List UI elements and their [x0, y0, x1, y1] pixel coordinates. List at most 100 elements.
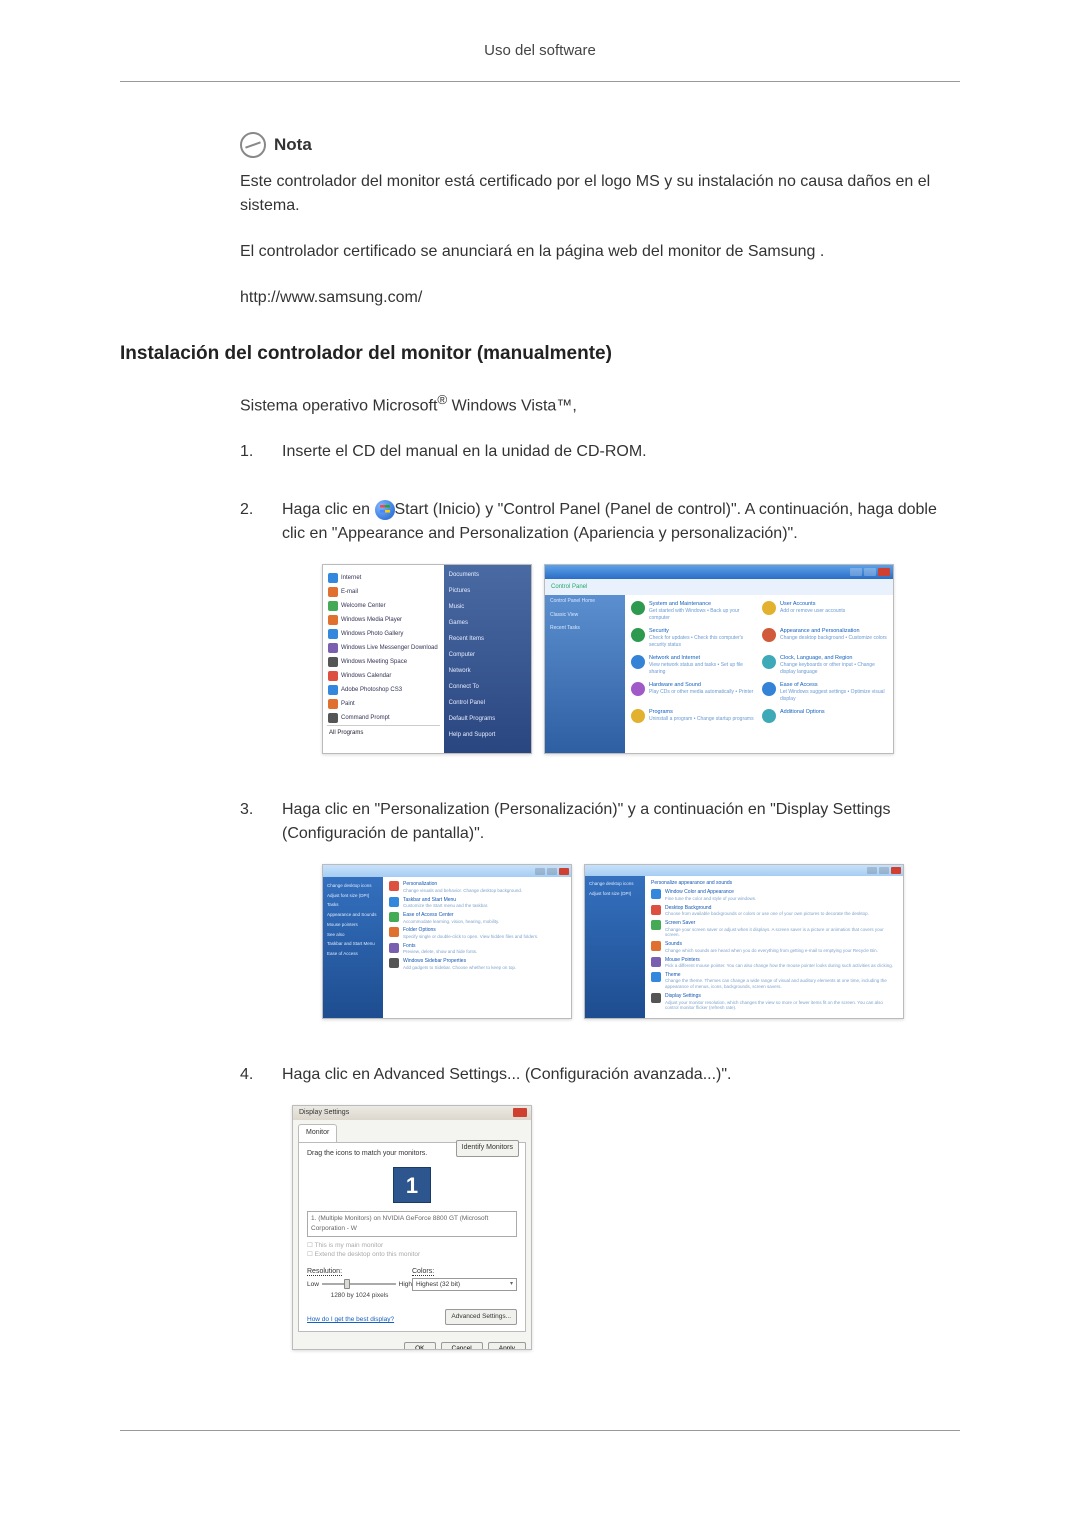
start-right-item[interactable]: Music	[449, 603, 526, 612]
pz-side-item[interactable]: Appearance and Sounds	[327, 911, 379, 921]
pz-item[interactable]: Windows Sidebar PropertiesAdd gadgets to…	[389, 958, 565, 970]
start-right-item[interactable]: Pictures	[449, 587, 526, 596]
program-icon	[328, 699, 338, 709]
identify-monitors-button[interactable]: Identify Monitors	[456, 1140, 519, 1157]
pz-item[interactable]: Window Color and AppearanceFine tune the…	[651, 889, 897, 901]
program-icon	[328, 671, 338, 681]
maximize-icon[interactable]	[547, 868, 557, 875]
pz-item[interactable]: FontsPreview, delete, show and hide font…	[389, 943, 565, 955]
ds-tab-monitor[interactable]: Monitor	[298, 1124, 337, 1142]
pz-side-item[interactable]: Taskbar and Start Menu	[327, 940, 379, 950]
colors-select[interactable]: Highest (32 bit)	[412, 1278, 517, 1292]
program-icon	[328, 685, 338, 695]
resolution-label: Resolution:	[307, 1268, 342, 1276]
maximize-icon[interactable]	[864, 568, 876, 576]
help-link[interactable]: How do I get the best display?	[307, 1315, 394, 1325]
pz-item[interactable]: Taskbar and Start MenuCustomize the Star…	[389, 897, 565, 909]
pz-item[interactable]: Desktop BackgroundChoose from available …	[651, 905, 897, 917]
pz-side-item[interactable]: Ease of Access	[327, 950, 379, 960]
cp-category[interactable]: Hardware and SoundPlay CDs or other medi…	[631, 682, 756, 704]
start-right-item[interactable]: Default Programs	[449, 715, 526, 724]
resolution-slider[interactable]: Low High	[307, 1280, 412, 1290]
start-item[interactable]: Internet	[327, 571, 440, 585]
item-icon	[651, 889, 661, 899]
nota-url: http://www.samsung.com/	[240, 286, 960, 310]
slider-thumb[interactable]	[344, 1279, 350, 1289]
minimize-icon[interactable]	[867, 867, 877, 874]
pz-side-item[interactable]: Adjust font size (DPI)	[327, 891, 379, 901]
cat-title: Hardware and Sound	[649, 682, 701, 688]
start-item[interactable]: Adobe Photoshop CS3	[327, 683, 440, 697]
pz-item[interactable]: Ease of Access CenterAccommodate learnin…	[389, 912, 565, 924]
cat-title: User Accounts	[780, 601, 815, 607]
close-icon[interactable]	[878, 568, 890, 576]
item-icon	[651, 905, 661, 915]
step-2-text: Haga clic en Start (Inicio) y "Control P…	[282, 498, 960, 546]
nota-section: Nota Este controlador del monitor está c…	[240, 132, 960, 310]
start-right-item[interactable]: Connect To	[449, 683, 526, 692]
start-right-item[interactable]: Recent Items	[449, 635, 526, 644]
start-item[interactable]: Command Prompt	[327, 711, 440, 725]
cp-category[interactable]: Ease of AccessLet Windows suggest settin…	[762, 682, 887, 704]
start-right-item[interactable]: Games	[449, 619, 526, 628]
minimize-icon[interactable]	[850, 568, 862, 576]
advanced-settings-button[interactable]: Advanced Settings...	[445, 1309, 517, 1325]
pz-item[interactable]: Display SettingsAdjust your monitor reso…	[651, 993, 897, 1011]
footer-divider	[120, 1430, 960, 1431]
close-icon[interactable]	[891, 867, 901, 874]
item-icon	[651, 920, 661, 930]
cp-category[interactable]: System and MaintenanceGet started with W…	[631, 601, 756, 623]
close-icon[interactable]	[513, 1108, 527, 1117]
chk-main-monitor[interactable]: ☐ This is my main monitor	[307, 1241, 517, 1250]
cp-side-item[interactable]: Classic View	[545, 609, 625, 623]
monitor-icon[interactable]: 1	[393, 1167, 431, 1203]
start-item[interactable]: Paint	[327, 697, 440, 711]
monitor-select[interactable]: 1. (Multiple Monitors) on NVIDIA GeForce…	[307, 1211, 517, 1237]
cp-category[interactable]: Clock, Language, and RegionChange keyboa…	[762, 655, 887, 677]
pz-side-item[interactable]: Adjust font size (DPI)	[589, 890, 641, 900]
start-item[interactable]: Windows Media Player	[327, 613, 440, 627]
start-item[interactable]: E-mail	[327, 585, 440, 599]
cancel-button[interactable]: Cancel	[441, 1342, 483, 1351]
breadcrumb[interactable]: Control Panel	[545, 579, 893, 595]
cp-category[interactable]: ProgramsUninstall a program • Change sta…	[631, 709, 756, 731]
cp-category[interactable]: Appearance and PersonalizationChange des…	[762, 628, 887, 650]
start-item[interactable]: Windows Photo Gallery	[327, 627, 440, 641]
pz-item[interactable]: SoundsChange which sounds are heard when…	[651, 941, 897, 953]
ok-button[interactable]: OK	[404, 1342, 435, 1351]
cp-category[interactable]: SecurityCheck for updates • Check this c…	[631, 628, 756, 650]
apply-button[interactable]: Apply	[488, 1342, 526, 1351]
start-item[interactable]: Windows Live Messenger Download	[327, 641, 440, 655]
start-item[interactable]: Windows Meeting Space	[327, 655, 440, 669]
pz-item[interactable]: Screen SaverChange your screen saver or …	[651, 920, 897, 938]
cp-category[interactable]: Additional Options	[762, 709, 887, 731]
cp-category[interactable]: User AccountsAdd or remove user accounts	[762, 601, 887, 623]
minimize-icon[interactable]	[535, 868, 545, 875]
cp-side-item[interactable]: Control Panel Home	[545, 595, 625, 609]
pz-side-item[interactable]: Mouse pointers	[327, 920, 379, 930]
start-item[interactable]: Welcome Center	[327, 599, 440, 613]
pz-side-item[interactable]: Change desktop icons	[327, 881, 379, 891]
nota-heading: Nota	[240, 132, 960, 158]
pz-item[interactable]: PersonalizationChange visuals and behavi…	[389, 881, 565, 893]
start-item[interactable]: Windows Calendar	[327, 669, 440, 683]
start-right-item[interactable]: Network	[449, 667, 526, 676]
cp-category[interactable]: Network and InternetView network status …	[631, 655, 756, 677]
close-icon[interactable]	[559, 868, 569, 875]
item-icon	[389, 881, 399, 891]
all-programs[interactable]: All Programs	[327, 725, 440, 741]
item-icon	[389, 958, 399, 968]
chk-extend-desktop[interactable]: ☐ Extend the desktop onto this monitor	[307, 1250, 517, 1259]
pz-item[interactable]: ThemeChange the theme. Themes can change…	[651, 972, 897, 990]
pz-item[interactable]: Mouse PointersPick a different mouse poi…	[651, 957, 897, 969]
pz-side-item[interactable]: Change desktop icons	[589, 880, 641, 890]
screenshots-row-1: Internet E-mail Welcome Center Windows M…	[322, 564, 960, 754]
pz-item-sub: Change your screen saver or adjust when …	[665, 927, 897, 939]
start-right-item[interactable]: Documents	[449, 571, 526, 580]
start-item-label: E-mail	[341, 588, 358, 597]
maximize-icon[interactable]	[879, 867, 889, 874]
start-right-item[interactable]: Control Panel	[449, 699, 526, 708]
start-right-item[interactable]: Help and Support	[449, 731, 526, 740]
start-right-item[interactable]: Computer	[449, 651, 526, 660]
pz-item[interactable]: Folder OptionsSpecify single or double-c…	[389, 927, 565, 939]
